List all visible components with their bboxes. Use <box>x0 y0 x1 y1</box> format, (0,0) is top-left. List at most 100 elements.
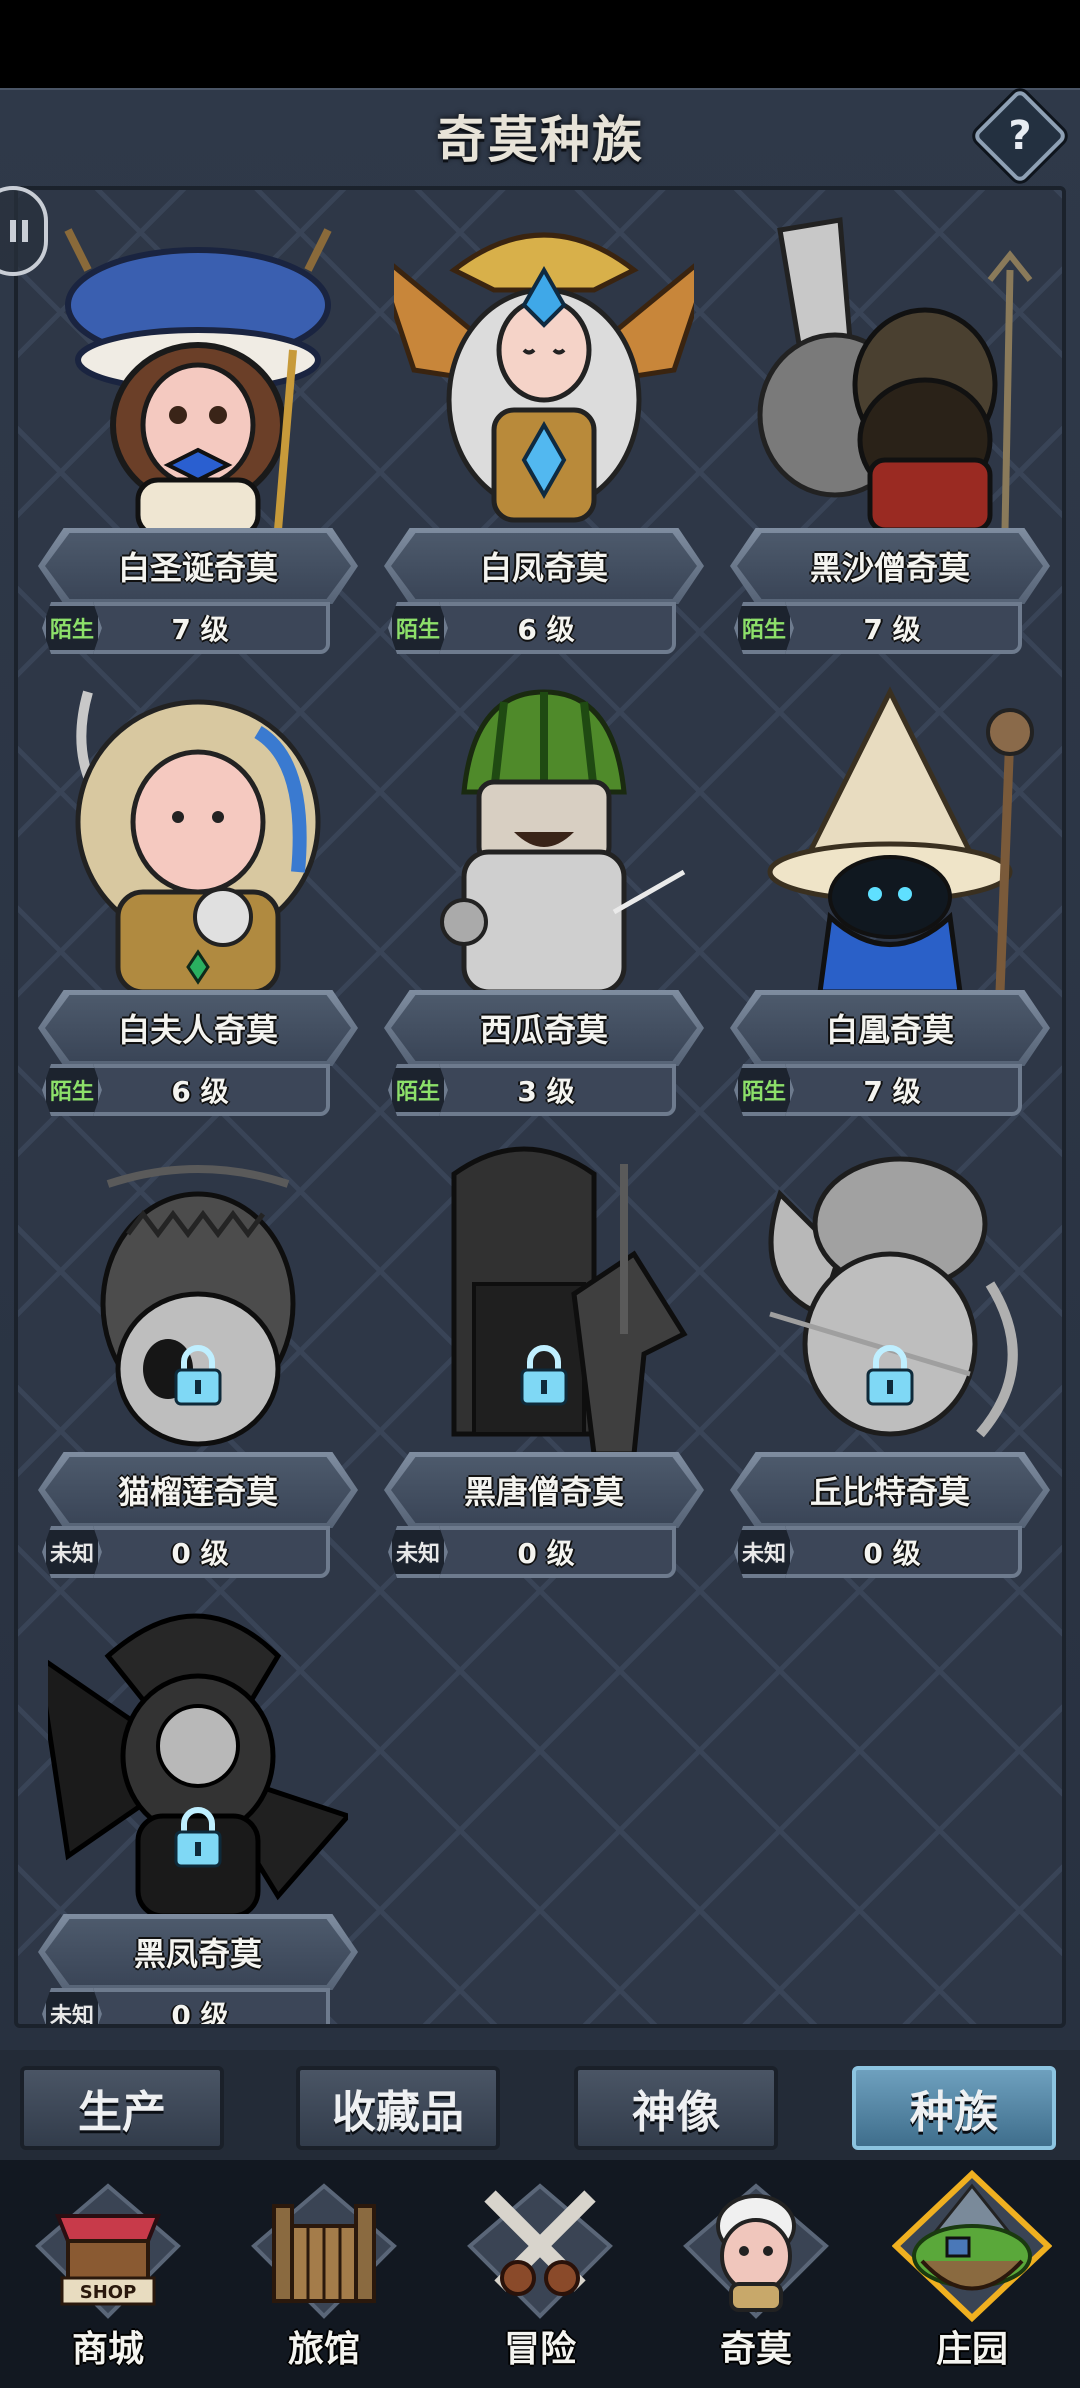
tab-statues[interactable]: 神像 <box>574 2066 778 2150</box>
name-banner: 白夫人奇莫 <box>38 990 358 1066</box>
creature-name: 白凤奇莫 <box>479 549 608 587</box>
creature-name: 白夫人奇莫 <box>117 1011 278 1049</box>
wizard-creature-icon <box>767 686 1034 995</box>
name-banner: 猫榴莲奇莫 <box>38 1452 358 1528</box>
help-button[interactable]: ? <box>971 87 1069 185</box>
lock-icon <box>174 1345 222 1406</box>
nav-label: 奇莫 <box>719 2329 792 2370</box>
creature-portrait <box>48 672 348 997</box>
inn-gate-icon <box>244 2166 404 2326</box>
question-mark-icon: ? <box>1008 113 1032 159</box>
creature-portrait <box>394 1134 694 1459</box>
creature-card[interactable]: 黑凤奇莫 0 级 未知 <box>28 1596 368 2028</box>
creature-level: 0 级 <box>171 1999 229 2028</box>
race-screen: 奇莫种族 ? 白圣诞奇莫 7 级 陌生 白凤奇莫 6 级 陌生 黑沙僧奇莫 7 … <box>0 87 1080 2050</box>
status-badge: 陌生 <box>388 602 448 654</box>
nav-label: 冒险 <box>503 2329 576 2370</box>
creature-card[interactable]: 猫榴莲奇莫 0 级 未知 <box>28 1134 368 1578</box>
santa-creature-icon <box>64 228 332 538</box>
creature-portrait <box>48 1134 348 1459</box>
tab-production[interactable]: 生产 <box>20 2066 224 2150</box>
crossed-swords-icon <box>460 2166 620 2326</box>
nav-label: 庄园 <box>935 2329 1008 2370</box>
creature-level: 6 级 <box>171 1075 229 1108</box>
creature-level: 3 级 <box>517 1075 575 1108</box>
status-badge: 未知 <box>42 1988 102 2024</box>
page-title: 奇莫种族 <box>436 111 644 169</box>
creature-portrait <box>368 210 720 535</box>
name-banner: 白凰奇莫 <box>730 990 1050 1066</box>
nav-creatures[interactable]: 奇莫 <box>666 2166 846 2388</box>
name-banner: 黑凤奇莫 <box>38 1914 358 1990</box>
creature-card[interactable]: 白夫人奇莫 6 级 陌生 <box>28 672 368 1116</box>
level-plate: 6 级 <box>70 1064 330 1116</box>
lock-icon <box>520 1345 568 1406</box>
nav-inn[interactable]: 旅馆 <box>234 2166 414 2388</box>
status-bar <box>0 0 1080 88</box>
tab-collectibles[interactable]: 收藏品 <box>296 2066 500 2150</box>
black-phoenix-creature-icon <box>34 1613 353 1919</box>
black-monk-creature-icon <box>451 1146 688 1457</box>
creature-card[interactable]: 西瓜奇莫 3 级 陌生 <box>374 672 714 1116</box>
level-plate: 0 级 <box>70 1988 330 2028</box>
nav-label: 商城 <box>71 2329 144 2370</box>
name-banner: 丘比特奇莫 <box>730 1452 1050 1528</box>
creature-name: 丘比特奇莫 <box>809 1473 970 1511</box>
svg-text:SHOP: SHOP <box>80 2282 137 2303</box>
status-badge: 未知 <box>388 1526 448 1578</box>
creature-name: 白圣诞奇莫 <box>117 549 278 587</box>
status-badge: 陌生 <box>42 1064 102 1116</box>
level-plate: 7 级 <box>762 602 1022 654</box>
name-banner: 白圣诞奇莫 <box>38 528 358 604</box>
creature-level: 7 级 <box>171 613 229 646</box>
creature-card[interactable]: 黑沙僧奇莫 7 级 陌生 <box>720 210 1060 654</box>
durian-cat-creature-icon <box>100 1165 296 1447</box>
creature-name: 猫榴莲奇莫 <box>117 1473 278 1511</box>
creature-level: 0 级 <box>863 1537 921 1570</box>
status-badge: 陌生 <box>734 1064 794 1116</box>
creature-card[interactable]: 黑唐僧奇莫 0 级 未知 <box>374 1134 714 1578</box>
monk-creature-icon <box>757 217 1033 533</box>
level-plate: 7 级 <box>762 1064 1022 1116</box>
level-plate: 6 级 <box>416 602 676 654</box>
nav-label: 旅馆 <box>287 2329 360 2370</box>
creature-portrait <box>740 672 1040 997</box>
level-plate: 3 级 <box>416 1064 676 1116</box>
cupid-creature-icon <box>768 1156 1018 1438</box>
creature-icon <box>676 2166 836 2326</box>
floating-island-icon <box>891 2166 1053 2326</box>
creature-level: 7 级 <box>863 613 921 646</box>
creature-portrait <box>740 1134 1040 1459</box>
level-plate: 0 级 <box>70 1526 330 1578</box>
nav-shop[interactable]: SHOP 商城 <box>18 2166 198 2388</box>
title-bar: 奇莫种族 ? <box>0 87 1080 185</box>
name-banner: 西瓜奇莫 <box>384 990 704 1066</box>
status-badge: 陌生 <box>388 1064 448 1116</box>
creature-card[interactable]: 丘比特奇莫 0 级 未知 <box>720 1134 1060 1578</box>
creature-card[interactable]: 白凰奇莫 7 级 陌生 <box>720 672 1060 1116</box>
nav-adventure[interactable]: 冒险 <box>450 2166 630 2388</box>
lady-creature-icon <box>75 690 321 995</box>
creature-card[interactable]: 白圣诞奇莫 7 级 陌生 <box>28 210 368 654</box>
shop-icon: SHOP <box>28 2166 188 2326</box>
creature-name: 白凰奇莫 <box>825 1011 954 1049</box>
status-badge: 未知 <box>734 1526 794 1578</box>
creature-name: 黑唐僧奇莫 <box>463 1473 624 1511</box>
name-banner: 黑唐僧奇莫 <box>384 1452 704 1528</box>
creature-name: 黑凤奇莫 <box>133 1935 262 1973</box>
level-plate: 7 级 <box>70 602 330 654</box>
creature-card[interactable]: 白凤奇莫 6 级 陌生 <box>368 210 720 654</box>
creature-name: 西瓜奇莫 <box>479 1011 608 1049</box>
creature-level: 0 级 <box>171 1537 229 1570</box>
nav-manor[interactable]: 庄园 <box>882 2166 1062 2388</box>
creature-name: 黑沙僧奇莫 <box>809 549 970 587</box>
tab-race[interactable]: 种族 <box>852 2066 1056 2150</box>
creature-level: 0 级 <box>517 1537 575 1570</box>
lock-icon <box>174 1807 222 1868</box>
creature-grid[interactable]: 白圣诞奇莫 7 级 陌生 白凤奇莫 6 级 陌生 黑沙僧奇莫 7 级 陌生 白夫… <box>14 186 1066 2028</box>
lock-icon <box>866 1345 914 1406</box>
name-banner: 黑沙僧奇莫 <box>730 528 1050 604</box>
creature-portrait <box>34 1596 353 1921</box>
level-plate: 0 级 <box>416 1526 676 1578</box>
creature-level: 7 级 <box>863 1075 921 1108</box>
